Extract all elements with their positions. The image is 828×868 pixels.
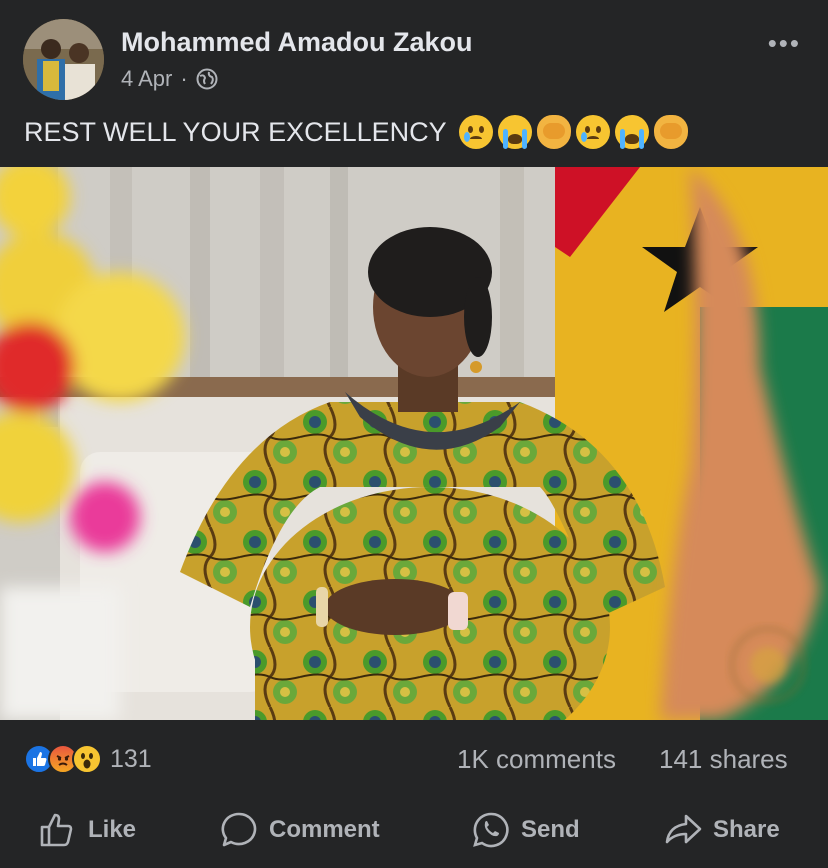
whatsapp-icon <box>473 812 509 848</box>
woman-facepalming-icon <box>536 115 571 149</box>
post-caption: REST WELL YOUR EXCELLENCY <box>24 115 688 149</box>
caption-text: REST WELL YOUR EXCELLENCY <box>24 116 447 147</box>
wow-icon <box>72 744 102 774</box>
post-stats: 131 1K comments 141 shares <box>0 728 828 792</box>
share-button[interactable]: Share <box>663 810 780 850</box>
shares-count[interactable]: 141 shares <box>659 744 788 775</box>
post-header: Mohammed Amadou Zakou 4 Apr · ••• <box>0 0 828 110</box>
like-button[interactable]: Like <box>38 810 136 850</box>
more-options-button[interactable]: ••• <box>768 28 801 59</box>
comment-button[interactable]: Comment <box>219 810 380 850</box>
post-meta: 4 Apr · <box>121 66 218 92</box>
reaction-count: 131 <box>110 744 152 773</box>
caption-emojis <box>458 115 688 149</box>
crying-face-icon <box>458 115 493 149</box>
globe-icon <box>196 68 218 90</box>
post-actions: Like Comment Send Share <box>0 800 828 862</box>
share-arrow-icon <box>665 814 702 844</box>
share-label: Share <box>713 816 780 843</box>
loudly-crying-face-icon <box>614 115 649 149</box>
author-name[interactable]: Mohammed Amadou Zakou <box>121 27 473 58</box>
woman-facepalming-icon <box>653 115 688 149</box>
send-label: Send <box>521 816 580 843</box>
comment-label: Comment <box>269 816 380 843</box>
avatar[interactable] <box>23 19 104 100</box>
post-date[interactable]: 4 Apr <box>121 66 172 92</box>
meta-separator: · <box>180 66 188 91</box>
loudly-crying-face-icon <box>497 115 532 149</box>
like-label: Like <box>88 816 137 843</box>
thumbs-up-icon <box>40 813 73 847</box>
crying-face-icon <box>575 115 610 149</box>
comments-count[interactable]: 1K comments <box>457 744 616 775</box>
comment-bubble-icon <box>221 812 257 847</box>
reactions-summary[interactable]: 131 <box>24 744 152 774</box>
send-button[interactable]: Send <box>471 810 580 850</box>
post-photo[interactable] <box>0 167 828 720</box>
